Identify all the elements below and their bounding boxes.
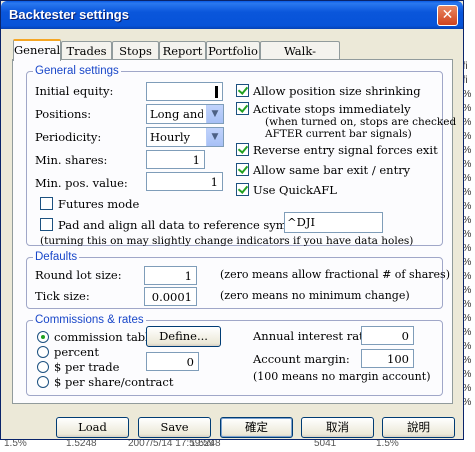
round-lot-input[interactable]: 1 (144, 266, 197, 285)
title-bar[interactable]: Backtester settings ✕ (1, 1, 463, 29)
commissions-group: Commissions & rates commission table per… (26, 313, 443, 396)
same-bar-exit-checkbox[interactable] (236, 163, 249, 176)
per-share-label: $ per share/contract (54, 375, 174, 389)
periodicity-label: Periodicity: (35, 130, 102, 144)
general-tab-panel: General settings Initial equity: Positio… (12, 59, 456, 404)
futures-mode-checkbox[interactable] (40, 197, 53, 210)
reference-symbol-input[interactable]: ^DJI (284, 212, 383, 233)
min-shares-label: Min. shares: (35, 153, 108, 167)
radio-per-trade[interactable] (37, 361, 49, 373)
reverse-entry-label: Reverse entry signal forces exit (253, 143, 438, 157)
initial-equity-label: Initial equity: (35, 84, 114, 98)
positions-label: Positions: (35, 107, 92, 121)
tick-size-note: (zero means no minimum change) (220, 289, 410, 302)
round-lot-label: Round lot size: (35, 268, 122, 282)
activate-stops-note-2: AFTER current bar signals) (265, 128, 412, 140)
tab-general[interactable]: General (13, 39, 61, 61)
load-button[interactable]: Load (56, 417, 129, 438)
help-button[interactable]: 說明 (382, 417, 455, 438)
tab-trades[interactable]: Trades (61, 41, 112, 60)
periodicity-value: Hourly (150, 130, 191, 144)
min-pos-value-input[interactable]: 1 (146, 172, 223, 191)
periodicity-select[interactable]: Hourly ▼ (146, 127, 224, 147)
positions-select[interactable]: Long and sh ▼ (146, 104, 224, 124)
percent-label: percent (54, 345, 99, 359)
tick-size-input[interactable]: 0.0001 (144, 287, 197, 306)
radio-commission-table[interactable] (37, 331, 49, 343)
backtester-settings-dialog: Backtester settings ✕ General Trades Sto… (0, 0, 464, 440)
save-button[interactable]: Save (138, 417, 211, 438)
defaults-title: Defaults (33, 250, 80, 264)
account-margin-label: Account margin: (253, 352, 350, 366)
per-trade-label: $ per trade (54, 360, 120, 374)
pad-align-note: (turning this on may slightly change ind… (40, 235, 414, 247)
min-pos-value-label: Min. pos. value: (35, 176, 128, 190)
cancel-button[interactable]: 取消 (301, 417, 374, 438)
commission-table-label: commission table (54, 330, 156, 344)
define-commission-button[interactable]: Define... (146, 326, 221, 347)
general-settings-group: General settings Initial equity: Positio… (26, 64, 456, 247)
tab-report[interactable]: Report (159, 41, 206, 60)
radio-per-share[interactable] (37, 376, 49, 388)
close-button[interactable]: ✕ (437, 5, 458, 26)
use-quickafl-checkbox[interactable] (236, 183, 249, 196)
account-margin-note: (100 means no margin account) (253, 370, 431, 383)
close-icon: ✕ (441, 7, 454, 23)
activate-stops-checkbox[interactable] (236, 102, 249, 115)
activate-stops-label: Activate stops immediately (253, 102, 411, 116)
use-quickafl-label: Use QuickAFL (253, 183, 337, 197)
pad-align-label: Pad and align all data to reference symb… (58, 218, 309, 232)
tab-portfolio[interactable]: Portfolio (206, 41, 260, 60)
tick-size-label: Tick size: (35, 289, 90, 303)
chevron-down-icon[interactable]: ▼ (206, 128, 223, 146)
chevron-down-icon[interactable]: ▼ (206, 105, 223, 123)
tab-walk-forward[interactable]: Walk-Forward (260, 41, 340, 76)
pad-align-checkbox[interactable] (40, 218, 53, 231)
initial-equity-input[interactable] (146, 82, 223, 101)
futures-mode-label: Futures mode (58, 197, 140, 211)
reverse-entry-checkbox[interactable] (236, 143, 249, 156)
allow-pos-shrink-checkbox[interactable] (236, 84, 249, 97)
general-settings-title: General settings (33, 64, 121, 78)
round-lot-note: (zero means allow fractional # of shares… (220, 268, 450, 281)
allow-pos-shrink-label: Allow position size shrinking (253, 84, 421, 98)
annual-interest-input[interactable]: 0 (361, 326, 414, 345)
positions-value: Long and sh (150, 107, 203, 121)
tab-stops[interactable]: Stops (112, 41, 159, 60)
annual-interest-label: Annual interest rate: (253, 329, 375, 343)
text-caret (215, 86, 218, 98)
same-bar-exit-label: Allow same bar exit / entry (253, 163, 411, 177)
radio-percent[interactable] (37, 346, 49, 358)
commission-value-input[interactable]: 0 (146, 352, 199, 371)
commissions-title: Commissions & rates (33, 313, 146, 327)
window-title: Backtester settings (9, 7, 129, 22)
background-status-row: 1.5% 1.5248 2007/5/14 17:59:591.5248 5041 1.… (0, 438, 475, 452)
defaults-group: Defaults Round lot size: 1 (zero means a… (26, 250, 450, 309)
min-shares-input[interactable]: 1 (146, 150, 205, 169)
account-margin-input[interactable]: 100 (361, 349, 414, 368)
ok-button[interactable]: 確定 (220, 417, 293, 438)
